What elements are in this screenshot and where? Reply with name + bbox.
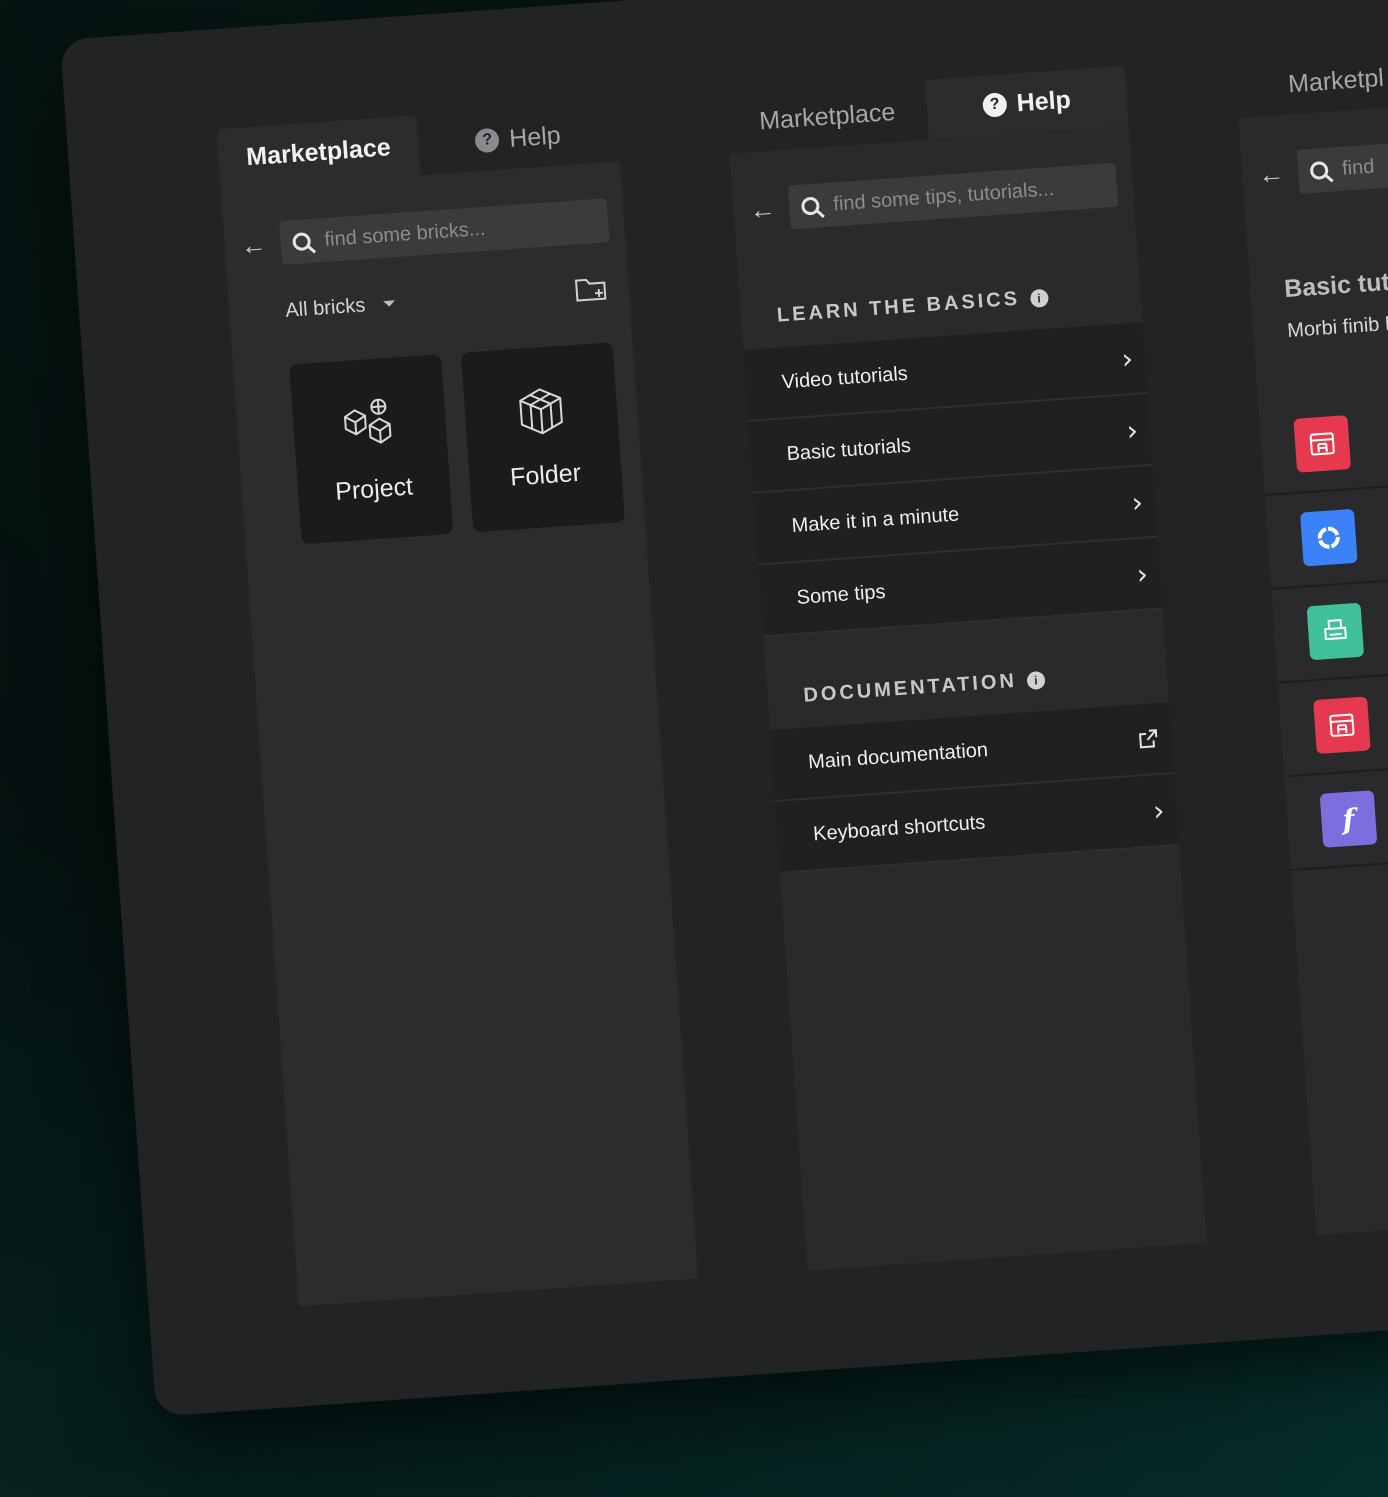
info-icon[interactable]: i <box>1029 288 1049 308</box>
panel-body: ← Basic tut Morbi finib Nullam di euismo… <box>1238 90 1388 1236</box>
cube-icon <box>519 387 563 434</box>
tab-label: Help <box>1015 85 1072 117</box>
list-item-label: Make it in a minute <box>790 502 960 537</box>
search-input[interactable] <box>830 173 1106 218</box>
ring-icon <box>1299 508 1358 567</box>
section-documentation: DOCUMENTATION i <box>803 659 1168 707</box>
list-item-label: Video tutorials <box>780 362 909 393</box>
new-folder-icon[interactable] <box>574 274 610 304</box>
cubes-icon <box>343 398 392 444</box>
page-title: Basic tut <box>1283 267 1388 304</box>
search-input[interactable] <box>1339 137 1388 182</box>
chevron-right-icon: › <box>1120 341 1134 376</box>
filter-row: All bricks <box>284 274 609 325</box>
documentation-list: Main documentation Keyboard shortcuts › <box>769 702 1179 874</box>
external-link-icon <box>1138 729 1158 749</box>
project-card[interactable]: Project <box>289 354 454 545</box>
app-board: Marketplace ? Help ← All bricks <box>60 0 1388 1417</box>
table-icon <box>1313 696 1371 755</box>
tab-label: Help <box>508 120 562 153</box>
back-arrow-icon[interactable]: ← <box>748 193 776 226</box>
section-title-text: LEARN THE BASICS <box>776 287 1021 327</box>
folder-card[interactable]: Folder <box>460 342 625 533</box>
search-box <box>787 162 1119 230</box>
caret-down-icon <box>383 300 396 308</box>
tab-label: Marketplace <box>245 132 392 171</box>
list-item-label: Keyboard shortcuts <box>812 810 986 845</box>
list-item[interactable] <box>1258 374 1388 497</box>
search-icon <box>1309 160 1329 181</box>
table-icon <box>1293 415 1352 473</box>
marketplace-panel: Marketplace ? Help ← All bricks <box>216 101 698 1307</box>
tab-label: Marketpl <box>1287 63 1385 98</box>
search-row: ← <box>748 157 1119 239</box>
section-title-text: DOCUMENTATION <box>802 669 1018 707</box>
search-row: ← <box>1256 121 1388 203</box>
bricks-filter-dropdown[interactable]: All bricks <box>285 292 396 323</box>
chevron-right-icon: › <box>1130 485 1144 519</box>
chevron-right-icon: › <box>1125 413 1139 448</box>
search-icon <box>292 232 312 252</box>
search-input[interactable] <box>321 208 597 253</box>
tab-label: Marketplace <box>758 97 897 135</box>
panel-body: ← LEARN THE BASICS i Video tutorials › B… <box>729 125 1207 1271</box>
tab-bar: Marketpl <box>1234 30 1388 118</box>
search-box <box>1296 127 1388 194</box>
panel-body: ← All bricks <box>220 161 698 1307</box>
help-panel: Marketplace ? Help ← LEARN THE BASICS i <box>725 65 1207 1271</box>
search-box <box>279 198 610 266</box>
help-icon: ? <box>981 92 1008 118</box>
back-arrow-icon[interactable]: ← <box>240 229 268 262</box>
list-item-label: Main documentation <box>807 738 989 774</box>
help-icon: ? <box>474 127 501 154</box>
function-glyph: f <box>1341 802 1356 836</box>
back-arrow-icon[interactable]: ← <box>1257 157 1285 190</box>
list-item-label: Basic tutorials <box>785 434 912 465</box>
search-row: ← <box>239 192 610 274</box>
section-learn-basics: LEARN THE BASICS i <box>776 279 1141 327</box>
chevron-right-icon: › <box>1135 556 1150 591</box>
function-icon: f <box>1319 790 1378 848</box>
learn-list: Video tutorials › Basic tutorials › Make… <box>743 322 1163 638</box>
basic-tutorials-panel: Marketpl ← Basic tut Morbi finib Nullam … <box>1234 30 1388 1236</box>
tab-marketplace[interactable]: Marketpl <box>1234 44 1388 118</box>
info-icon[interactable]: i <box>1026 670 1046 690</box>
card-label: Project <box>334 472 414 506</box>
chevron-right-icon: › <box>1152 793 1166 828</box>
list-item-label: Some tips <box>795 580 887 609</box>
dropdown-label: All bricks <box>284 293 367 322</box>
printer-icon <box>1306 602 1365 661</box>
brick-cards: Project Folder <box>289 342 625 545</box>
search-icon <box>800 196 821 216</box>
tutorial-list: f <box>1258 374 1388 872</box>
card-label: Folder <box>509 458 582 492</box>
